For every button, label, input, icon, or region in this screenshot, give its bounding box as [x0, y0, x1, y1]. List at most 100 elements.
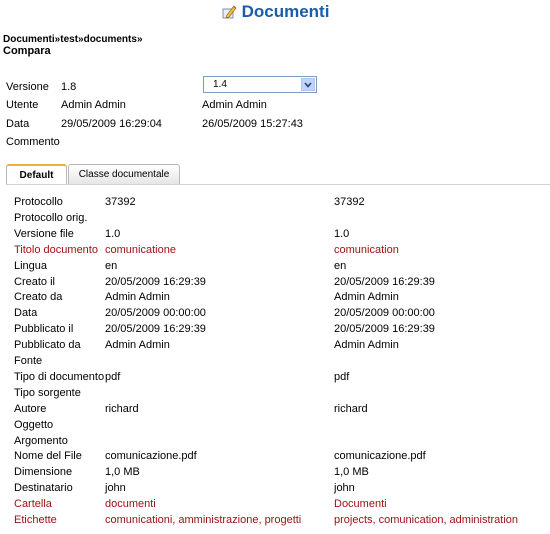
field-value-v1: comunicatione	[105, 243, 176, 256]
field-label: Versione file	[14, 227, 74, 240]
field-value-v1: 20/05/2009 16:29:39	[105, 275, 206, 288]
field-row: Lingua en en	[0, 260, 550, 275]
field-row: Etichette comunicationi, amministrazione,…	[0, 514, 550, 529]
version-select-value: 1.4	[213, 79, 227, 90]
field-label: Tipo di documento	[14, 370, 105, 383]
field-row: Cartella documenti Documenti	[0, 498, 550, 513]
field-label: Creato il	[14, 275, 55, 288]
field-value-v1: Admin Admin	[105, 339, 170, 352]
field-row: Protocollo orig.	[0, 212, 550, 227]
field-row: Autore richard richard	[0, 403, 550, 418]
field-row: Creato da Admin Admin Admin Admin	[0, 291, 550, 306]
field-value-v2: Admin Admin	[334, 339, 399, 352]
document-pencil-icon	[222, 5, 237, 19]
version-label: Versione	[6, 81, 49, 93]
field-value-v1: 1.0	[105, 227, 121, 240]
info-label-date: Data	[6, 118, 30, 130]
field-label: Destinatario	[14, 482, 73, 495]
tab-classe-documentale-label: Classe documentale	[78, 169, 170, 180]
page-header-title: Documenti	[241, 2, 330, 21]
field-row: Dimensione 1,0 MB 1,0 MB	[0, 466, 550, 481]
tab-default-label: Default	[19, 170, 54, 181]
field-value-v2: Documenti	[334, 498, 387, 511]
field-value-v1: richard	[105, 402, 139, 415]
field-label: Oggetto	[14, 418, 54, 431]
field-value-v1: en	[105, 259, 118, 272]
field-label: Protocollo orig.	[14, 211, 88, 224]
chevron-down-icon[interactable]	[301, 78, 315, 91]
field-value-v2: 20/05/2009 16:29:39	[334, 275, 435, 288]
page-title: Compara	[3, 45, 51, 57]
field-row: Data 20/05/2009 00:00:00 20/05/2009 00:00:…	[0, 307, 550, 322]
field-value-v2: Admin Admin	[334, 291, 399, 304]
field-row: Argomento	[0, 435, 550, 450]
field-label: Protocollo	[14, 196, 63, 208]
field-row: Versione file 1.0 1.0	[0, 228, 550, 243]
field-row: Fonte	[0, 355, 550, 370]
field-row: Destinatario john john	[0, 482, 550, 497]
field-value-v1: Admin Admin	[105, 291, 170, 304]
field-row: Pubblicato il 20/05/2009 16:29:39 20/05/20…	[0, 323, 550, 338]
breadcrumb: Documenti»test»documents»	[3, 34, 143, 45]
field-value-v2: comunication	[334, 243, 399, 256]
tabs-divider	[6, 184, 550, 185]
field-label: Titolo documento	[14, 243, 98, 256]
field-label: Lingua	[14, 259, 48, 272]
field-value-v2: 1,0 MB	[334, 466, 369, 479]
breadcrumb-separator: »	[136, 34, 143, 45]
field-value-v2: comunicazione.pdf	[334, 450, 426, 463]
field-value-v2: 1.0	[334, 227, 350, 240]
field-value-v1: john	[105, 482, 126, 495]
breadcrumb-item-documenti[interactable]: Documenti	[3, 34, 55, 45]
field-value-v1: 20/05/2009 00:00:00	[105, 307, 206, 320]
field-label: Tipo sorgente	[14, 386, 81, 399]
field-value-v1: 1,0 MB	[105, 466, 140, 479]
field-row: Nome del File comunicazione.pdf comunicazi…	[0, 450, 550, 465]
tab-default[interactable]: Default	[6, 164, 67, 185]
info-date-v1: 29/05/2009 16:29:04	[61, 118, 162, 130]
field-value-v2: 20/05/2009 16:29:39	[334, 323, 435, 336]
field-value-v2: pdf	[334, 370, 350, 383]
field-value-v1: pdf	[105, 370, 121, 383]
field-row: Titolo documento comunicatione comunicatio…	[0, 244, 550, 259]
field-row: Tipo di documento pdf pdf	[0, 371, 550, 386]
info-date-v2: 26/05/2009 15:27:43	[202, 118, 303, 130]
field-label: Pubblicato da	[14, 339, 81, 352]
info-user-v1: Admin Admin	[61, 99, 126, 111]
field-row: Oggetto	[0, 419, 550, 434]
field-value-v1: comunicationi, amministrazione, progetti	[105, 514, 302, 526]
field-label: Argomento	[14, 434, 68, 447]
field-value-v1: 37392	[105, 196, 136, 208]
field-value-v1: 20/05/2009 16:29:39	[105, 323, 206, 336]
field-label: Etichette	[14, 514, 57, 526]
field-label: Creato da	[14, 291, 63, 304]
info-label-comment: Commento	[6, 136, 60, 148]
info-label-user: Utente	[6, 99, 39, 111]
field-label: Autore	[14, 402, 47, 415]
field-label: Dimensione	[14, 466, 73, 479]
breadcrumb-item-test[interactable]: test	[60, 34, 78, 45]
field-label: Pubblicato il	[14, 323, 74, 336]
field-value-v2: projects, comunication, administration	[334, 514, 519, 526]
field-value-v1: comunicazione.pdf	[105, 450, 197, 463]
field-row: Creato il 20/05/2009 16:29:39 20/05/2009 1…	[0, 276, 550, 291]
field-value-v2: richard	[334, 402, 368, 415]
version-select[interactable]: 1.4	[203, 76, 317, 93]
field-row: Pubblicato da Admin Admin Admin Admin	[0, 339, 550, 354]
page-header: Documenti	[0, 0, 550, 26]
breadcrumb-item-documents[interactable]: documents	[84, 34, 137, 45]
field-value-v1: documenti	[105, 498, 156, 511]
current-version: 1.8	[61, 81, 77, 93]
field-value-v2: 37392	[334, 196, 365, 208]
field-row: Tipo sorgente	[0, 387, 550, 402]
field-row: Protocollo 37392 37392	[0, 196, 550, 211]
info-user-v2: Admin Admin	[202, 99, 267, 111]
tab-classe-documentale[interactable]: Classe documentale	[68, 164, 180, 184]
field-label: Data	[14, 307, 38, 320]
field-label: Nome del File	[14, 450, 82, 463]
field-value-v2: john	[334, 482, 355, 495]
field-label: Cartella	[14, 498, 52, 511]
field-label: Fonte	[14, 355, 43, 367]
field-value-v2: 20/05/2009 00:00:00	[334, 307, 435, 320]
field-value-v2: en	[334, 259, 347, 272]
